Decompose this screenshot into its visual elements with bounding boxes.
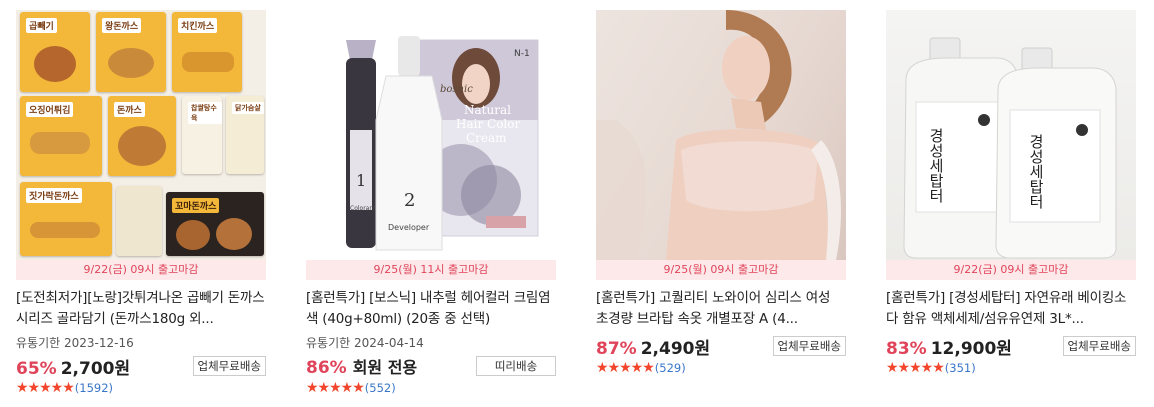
star-rating-icon: ★★★★★ — [16, 380, 75, 396]
rating-row: ★★★★★(351) — [886, 359, 1136, 377]
pack-label: 오징어튀김 — [26, 102, 74, 117]
pack-image: 오징어튀김 — [20, 96, 102, 176]
box-title-text: Hair Color — [456, 117, 520, 131]
member-only-price: 회원 전용 — [352, 358, 418, 377]
box-shade-code: N-1 — [514, 49, 530, 59]
pack-image: 닭가슴살 — [226, 96, 264, 174]
product-card[interactable]: bosnic Natural Hair Color Cream N-1 1 Co… — [306, 10, 556, 397]
tube-label: Colorant — [350, 205, 376, 212]
shipping-badge: 업체무료배송 — [772, 336, 846, 356]
shipping-badge: 띠리배송 — [476, 356, 556, 376]
discount-rate: 87% — [596, 339, 637, 359]
star-rating-icon: ★★★★★ — [306, 380, 365, 396]
star-rating-icon: ★★★★★ — [596, 360, 655, 376]
pack-label: 곱빼기 — [26, 18, 57, 33]
product-thumbnail[interactable]: 경성세탑터 경성세탑터 — [886, 10, 1136, 260]
review-count-link[interactable]: (351) — [945, 361, 976, 375]
pack-image: 곱빼기 — [20, 12, 90, 92]
product-card[interactable]: 경성세탑터 경성세탑터 9/22(금) 09시 출고마감 [홈런특가] [경성세… — [886, 10, 1136, 377]
pack-image: 짓가락돈까스 — [20, 182, 112, 256]
price-row: 87% 2,490원 업체무료배송 — [596, 334, 846, 359]
discount-rate: 83% — [886, 339, 927, 359]
bottle-number: 2 — [404, 190, 415, 211]
discount-rate: 65% — [16, 359, 57, 379]
product-title-link[interactable]: [홈런특가] [보스닉] 내추럴 헤어컬러 크림염색 (40g+80ml) (2… — [306, 288, 556, 330]
shipping-deadline-banner: 9/25(월) 11시 출고마감 — [306, 260, 556, 280]
star-rating-icon: ★★★★★ — [886, 360, 945, 376]
product-thumbnail[interactable]: 곱빼기 왕돈까스 치킨까스 오징어튀김 돈까스 찹쌀탕수육 닭가슴살 짓가락돈까… — [16, 10, 266, 260]
box-brand-text: bosnic — [440, 84, 473, 95]
pack-image — [116, 186, 162, 256]
product-title-link[interactable]: [도전최저가][노랑]갓튀겨나온 곱빼기 돈까스 시리즈 골라담기 (돈까스18… — [16, 288, 266, 330]
pack-image: 찹쌀탕수육 — [182, 96, 222, 174]
price-row: 83% 12,900원 업체무료배송 — [886, 334, 1136, 359]
hair-color-product-image: bosnic Natural Hair Color Cream N-1 1 Co… — [346, 36, 539, 251]
detergent-bottles-image: 경성세탑터 경성세탑터 — [903, 37, 1117, 259]
bra-top-model-image — [596, 10, 841, 260]
pack-image: 치킨까스 — [172, 12, 242, 92]
product-grid: 곱빼기 왕돈까스 치킨까스 오징어튀김 돈까스 찹쌀탕수육 닭가슴살 짓가락돈까… — [0, 0, 1154, 407]
sale-price: 12,900원 — [930, 339, 1012, 359]
box-title-text: Natural — [464, 103, 511, 117]
bottle-brand-text: 경성세탑터 — [927, 128, 945, 203]
review-count-link[interactable]: (529) — [655, 361, 686, 375]
product-thumbnail[interactable] — [596, 10, 846, 260]
pack-label: 치킨까스 — [178, 18, 218, 33]
price-row: 65% 2,700원 업체무료배송 — [16, 354, 266, 379]
pack-image: 꼬마돈까스 — [166, 192, 264, 256]
pack-label: 찹쌀탕수육 — [188, 102, 222, 124]
expiry-date: 유통기한 2024-04-14 — [306, 336, 424, 350]
pack-label: 닭가슴살 — [232, 102, 264, 114]
pack-label: 왕돈까스 — [102, 18, 142, 33]
expiry-date: 유통기한 2023-12-16 — [16, 336, 134, 350]
tube-number: 1 — [356, 171, 366, 190]
product-thumbnail[interactable]: bosnic Natural Hair Color Cream N-1 1 Co… — [306, 10, 556, 260]
rating-row: ★★★★★(529) — [596, 359, 846, 377]
sale-price: 2,700원 — [60, 359, 131, 379]
product-card[interactable]: 9/25(월) 09시 출고마감 [홈런특가] 고퀄리티 노와이어 심리스 여성… — [596, 10, 846, 377]
discount-rate: 86% — [306, 358, 347, 378]
pack-label: 짓가락돈까스 — [26, 188, 82, 203]
pack-image: 돈까스 — [108, 96, 176, 176]
pack-label: 돈까스 — [114, 102, 145, 117]
review-count-link[interactable]: (1592) — [75, 381, 113, 395]
rating-row: ★★★★★(1592) — [16, 379, 266, 397]
review-count-link[interactable]: (552) — [365, 381, 396, 395]
product-title-link[interactable]: [홈런특가] [경성세탑터] 자연유래 베이킹소다 함유 액체세제/섬유유연제 … — [886, 288, 1136, 330]
shipping-deadline-banner: 9/22(금) 09시 출고마감 — [886, 260, 1136, 280]
bottle-label: Developer — [388, 223, 430, 232]
product-title-link[interactable]: [홈런특가] 고퀄리티 노와이어 심리스 여성 초경량 브라탑 속옷 개별포장 … — [596, 288, 846, 330]
sale-price: 2,490원 — [640, 339, 711, 359]
shipping-badge: 업체무료배송 — [1062, 336, 1136, 356]
bottle-brand-text: 경성세탑터 — [1027, 134, 1045, 209]
pack-label: 꼬마돈까스 — [172, 198, 220, 213]
box-title-text: Cream — [466, 131, 507, 145]
shipping-deadline-banner: 9/25(월) 09시 출고마감 — [596, 260, 846, 280]
shipping-badge: 업체무료배송 — [192, 356, 266, 376]
product-card[interactable]: 곱빼기 왕돈까스 치킨까스 오징어튀김 돈까스 찹쌀탕수육 닭가슴살 짓가락돈까… — [16, 10, 266, 397]
shipping-deadline-banner: 9/22(금) 09시 출고마감 — [16, 260, 266, 280]
pack-image: 왕돈까스 — [96, 12, 166, 92]
price-row: 86% 회원 전용 띠리배송 — [306, 354, 556, 378]
rating-row: ★★★★★(552) — [306, 379, 556, 397]
